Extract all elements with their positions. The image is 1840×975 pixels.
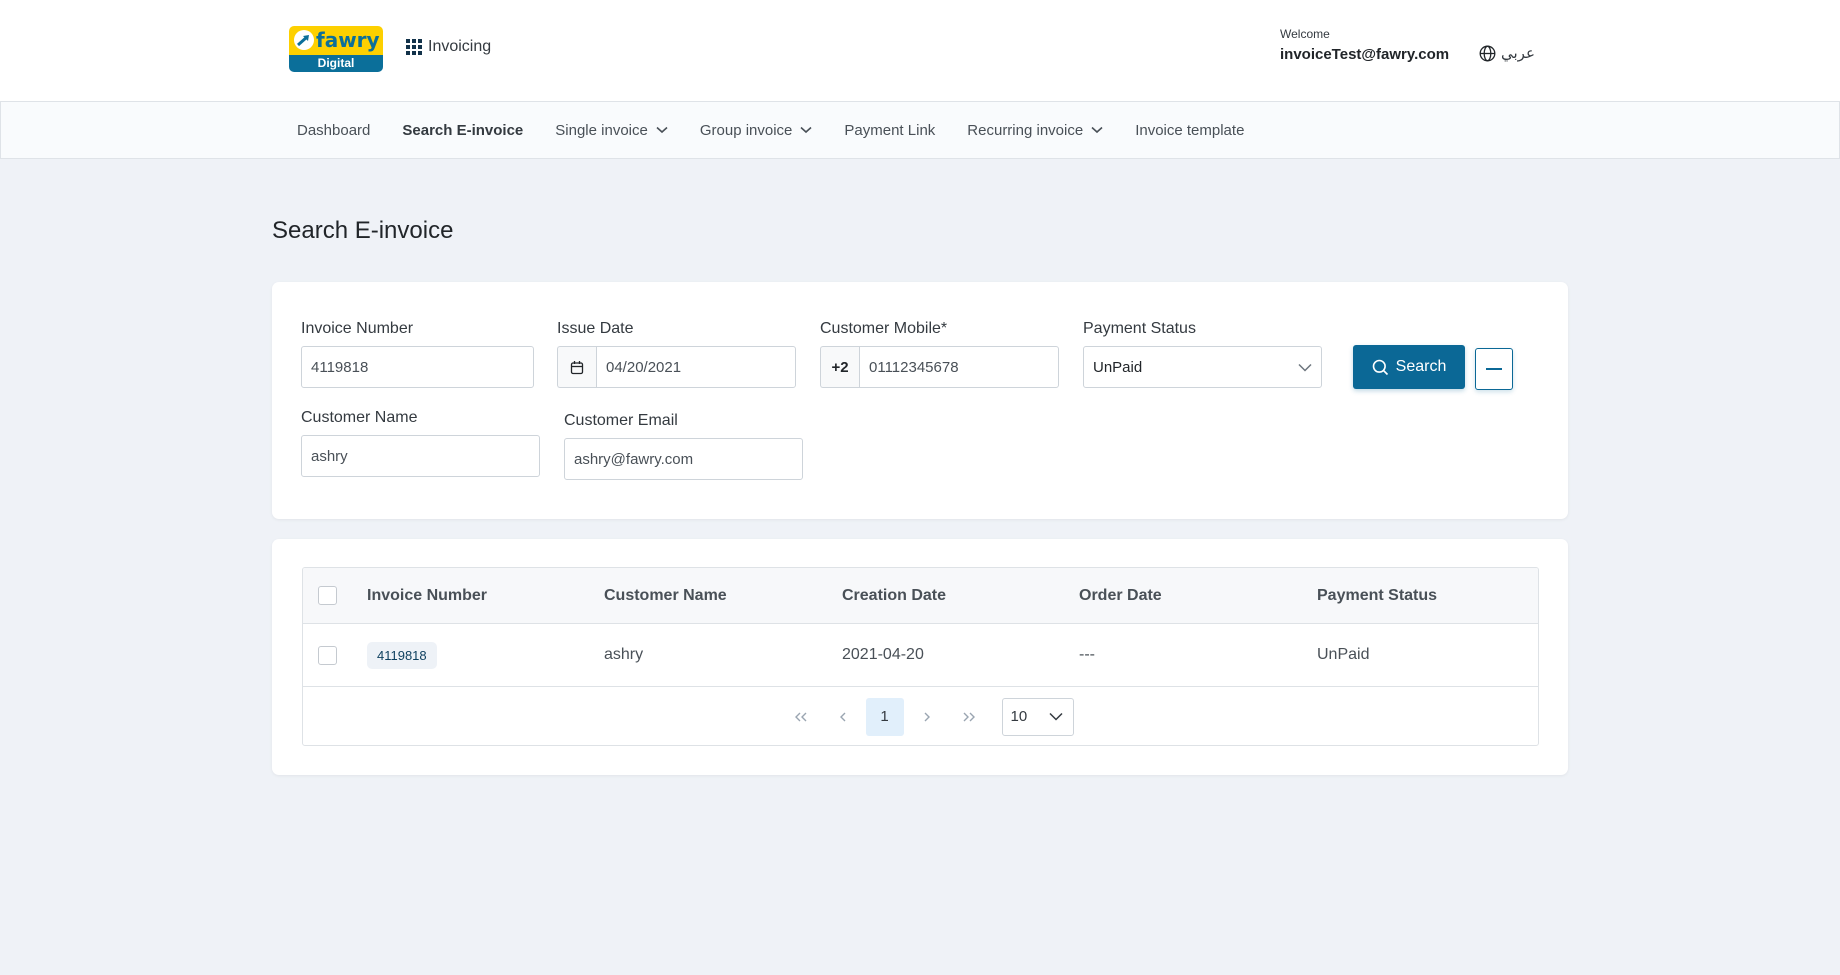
last-page-button[interactable]	[950, 698, 988, 736]
nav-item-label: Payment Link	[844, 121, 936, 139]
top-header: fawry Digital Invoicing Welcome invoiceT…	[0, 0, 1840, 101]
customer-name-input[interactable]: ashry	[301, 435, 540, 477]
nav-item-label: Dashboard	[297, 121, 371, 139]
invoices-table: Invoice Number Customer Name Creation Da…	[302, 567, 1539, 746]
calendar-icon	[570, 360, 584, 374]
double-chevron-left-icon	[794, 712, 806, 721]
user-email[interactable]: invoiceTest@fawry.com	[1280, 46, 1449, 63]
search-button[interactable]: Search	[1353, 345, 1465, 389]
payment-status-value: UnPaid	[1093, 358, 1143, 376]
customer-email-field: Customer Email ashry@fawry.com	[564, 412, 803, 480]
next-page-button[interactable]	[908, 698, 946, 736]
welcome-text: Welcome	[1280, 27, 1330, 41]
chevron-left-icon	[839, 712, 845, 721]
nav-item-recurring-invoice[interactable]: Recurring invoice	[967, 122, 1103, 139]
cell-customer-name: ashry	[604, 646, 644, 663]
fawry-digital-logo[interactable]: fawry Digital	[289, 26, 383, 72]
page-button-current[interactable]: 1	[865, 697, 904, 736]
chevron-right-icon	[924, 712, 930, 721]
calendar-button[interactable]	[557, 346, 596, 388]
collapse-filters-button[interactable]	[1475, 348, 1513, 390]
grid-icon	[406, 39, 422, 55]
customer-email-label: Customer Email	[564, 412, 678, 429]
payment-status-select[interactable]: UnPaid	[1083, 346, 1322, 388]
select-all-checkbox[interactable]	[318, 586, 337, 605]
nav-item-label: Group invoice	[699, 121, 793, 139]
double-chevron-right-icon	[963, 712, 975, 721]
column-header-customer-name[interactable]: Customer Name	[604, 568, 727, 623]
chevron-down-icon	[656, 126, 668, 134]
main-navigation: Dashboard Search E-invoice Single invoic…	[0, 101, 1840, 159]
chevron-down-icon	[800, 126, 812, 134]
page-size-value: 10	[1010, 708, 1028, 725]
page-title: Search E-invoice	[272, 217, 454, 244]
column-header-creation-date[interactable]: Creation Date	[842, 568, 946, 623]
user-info: Welcome invoiceTest@fawry.com	[1280, 27, 1449, 63]
invoice-number-input[interactable]: 4119818	[301, 346, 534, 388]
search-icon	[1372, 359, 1388, 375]
nav-item-group-invoice[interactable]: Group invoice	[700, 122, 813, 139]
nav-item-label: Single invoice	[555, 121, 648, 139]
issue-date-label: Issue Date	[557, 320, 634, 337]
nav-item-label: Invoice template	[1135, 121, 1245, 139]
nav-item-label: Search E-invoice	[402, 121, 524, 139]
customer-mobile-input[interactable]: 01112345678	[859, 346, 1059, 388]
language-switch[interactable]: عربي	[1479, 44, 1535, 62]
issue-date-input[interactable]: 04/20/2021	[596, 346, 796, 388]
nav-item-single-invoice[interactable]: Single invoice	[555, 122, 668, 139]
table-row: 4119818 ashry 2021-04-20 --- UnPaid	[303, 624, 1538, 687]
chevron-down-icon	[1298, 363, 1312, 372]
payment-status-label: Payment Status	[1083, 320, 1196, 337]
country-code-prefix: +2	[820, 346, 859, 388]
chevron-down-icon	[1091, 126, 1103, 134]
logo-subtitle: Digital	[289, 55, 383, 72]
minus-icon	[1486, 368, 1502, 370]
customer-name-field: Customer Name ashry	[301, 409, 540, 477]
search-form-card: Invoice Number 4119818 Issue Date 04/20/…	[272, 282, 1568, 519]
invoice-number-link[interactable]: 4119818	[367, 641, 437, 669]
invoice-number-label: Invoice Number	[301, 320, 414, 337]
chevron-down-icon	[1048, 712, 1063, 721]
customer-mobile-label: Customer Mobile*	[820, 320, 948, 337]
pagination: 1 10	[303, 687, 1538, 745]
issue-date-field: Issue Date 04/20/2021	[557, 320, 796, 388]
invoice-number-field: Invoice Number 4119818	[301, 320, 534, 388]
cell-creation-date: 2021-04-20	[842, 646, 924, 663]
language-label: عربي	[1501, 45, 1535, 62]
cell-order-date: ---	[1079, 646, 1095, 663]
payment-status-field: Payment Status UnPaid	[1083, 320, 1322, 388]
first-page-button[interactable]	[782, 698, 820, 736]
customer-name-label: Customer Name	[301, 409, 418, 426]
app-name: Invoicing	[428, 38, 492, 55]
customer-email-input[interactable]: ashry@fawry.com	[564, 438, 803, 480]
column-header-order-date[interactable]: Order Date	[1079, 568, 1162, 623]
nav-item-payment-link[interactable]: Payment Link	[844, 122, 935, 139]
nav-item-dashboard[interactable]: Dashboard	[297, 122, 370, 139]
table-header: Invoice Number Customer Name Creation Da…	[303, 568, 1538, 624]
app-switcher[interactable]: Invoicing	[406, 38, 491, 56]
globe-icon	[1479, 45, 1496, 61]
row-checkbox[interactable]	[318, 645, 337, 665]
cell-payment-status: UnPaid	[1317, 646, 1370, 663]
column-header-invoice-number[interactable]: Invoice Number	[367, 568, 487, 623]
column-header-payment-status[interactable]: Payment Status	[1317, 568, 1437, 623]
search-button-label: Search	[1395, 358, 1447, 375]
logo-arrow-icon	[297, 35, 309, 47]
nav-item-search-e-invoice[interactable]: Search E-invoice	[402, 122, 523, 139]
customer-mobile-field: Customer Mobile* +2 01112345678	[820, 320, 1059, 388]
results-card: Invoice Number Customer Name Creation Da…	[272, 539, 1568, 775]
nav-item-label: Recurring invoice	[967, 121, 1084, 139]
nav-item-invoice-template[interactable]: Invoice template	[1135, 122, 1244, 139]
page-size-select[interactable]: 10	[1001, 697, 1074, 736]
logo-wordmark: fawry	[316, 28, 380, 52]
prev-page-button[interactable]	[824, 698, 862, 736]
